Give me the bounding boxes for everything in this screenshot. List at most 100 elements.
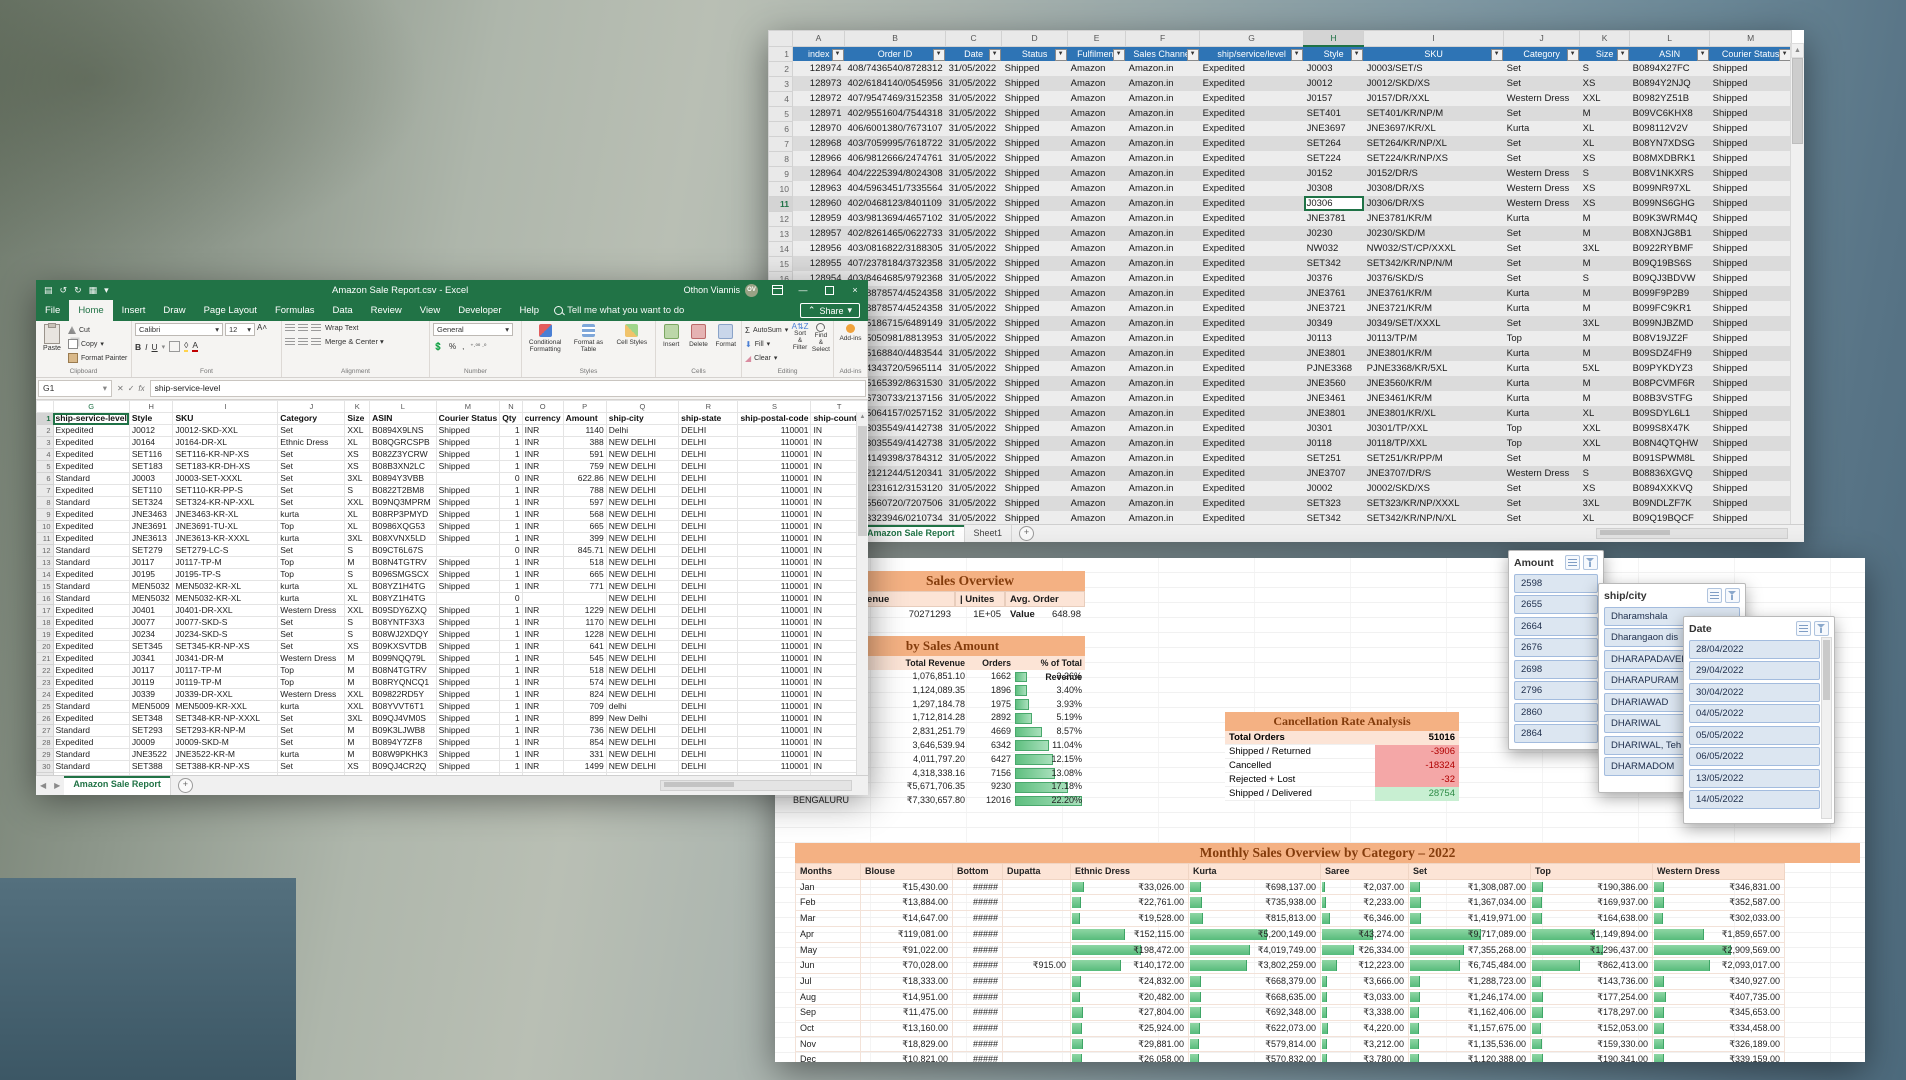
row-header[interactable]: 1 bbox=[37, 413, 54, 425]
cell[interactable] bbox=[1003, 879, 1071, 895]
cell[interactable]: M bbox=[1580, 106, 1630, 121]
cell[interactable]: 110001 bbox=[738, 497, 811, 509]
row-header[interactable]: 5 bbox=[769, 106, 793, 121]
cell[interactable]: B09SDYL6L1 bbox=[1630, 406, 1710, 421]
cell[interactable]: Shipped bbox=[1002, 361, 1068, 376]
cell[interactable]: J0002 bbox=[1304, 481, 1364, 496]
table-header-cell[interactable]: Status▼ bbox=[1002, 46, 1068, 61]
cell[interactable]: B08YNTF3X3 bbox=[370, 617, 437, 629]
cell[interactable]: M bbox=[1580, 331, 1630, 346]
cell[interactable]: Shipped bbox=[436, 725, 500, 737]
cell[interactable]: 3XL bbox=[1580, 316, 1630, 331]
cell[interactable]: 622.86 bbox=[563, 473, 606, 485]
cell[interactable]: 31/05/2022 bbox=[946, 301, 1002, 316]
cell[interactable]: Amazon bbox=[1068, 271, 1126, 286]
cell[interactable]: J0339-DR-XXL bbox=[173, 689, 278, 701]
cell[interactable]: Shipped bbox=[1710, 466, 1792, 481]
row-header[interactable]: 30 bbox=[37, 761, 54, 773]
merge-center-button[interactable]: Merge & Center ▾ bbox=[325, 337, 384, 346]
cell[interactable]: Shipped bbox=[1002, 331, 1068, 346]
cell[interactable]: NW032 bbox=[1304, 241, 1364, 256]
cell[interactable]: 788 bbox=[563, 485, 606, 497]
cell[interactable]: 771 bbox=[563, 581, 606, 593]
cell[interactable]: B09K3LJWB8 bbox=[370, 725, 437, 737]
cell[interactable]: Western Dress bbox=[1504, 166, 1580, 181]
tab-nav-left-icon[interactable]: ◀ bbox=[36, 781, 50, 790]
cell[interactable]: ₹10,821.00 bbox=[861, 1052, 953, 1062]
cell[interactable]: INR bbox=[522, 605, 563, 617]
cell[interactable]: JNE3761/KR/M bbox=[1364, 286, 1504, 301]
column-header-C[interactable]: C bbox=[946, 31, 1002, 47]
cell[interactable]: ₹340,927.00 bbox=[1653, 973, 1785, 989]
cell[interactable]: ₹143,736.00 bbox=[1531, 973, 1653, 989]
cell[interactable]: DELHI bbox=[679, 773, 738, 776]
cell[interactable]: Standard bbox=[53, 581, 129, 593]
cell[interactable]: XL bbox=[1580, 406, 1630, 421]
cell[interactable]: INR bbox=[522, 761, 563, 773]
header-cell[interactable]: Style bbox=[129, 413, 173, 425]
cell[interactable] bbox=[1003, 973, 1071, 989]
cell[interactable]: ₹668,635.00 bbox=[1189, 989, 1321, 1005]
cell[interactable]: J0009 bbox=[129, 737, 173, 749]
cell[interactable]: Amazon.in bbox=[1126, 391, 1200, 406]
cell[interactable]: SET324 bbox=[129, 497, 173, 509]
filter-icon[interactable]: ▼ bbox=[1113, 49, 1125, 61]
column-header-I[interactable]: I bbox=[1364, 31, 1504, 47]
format-cells-button[interactable]: Format bbox=[714, 323, 738, 366]
cell[interactable]: ₹6,745,484.00 bbox=[1409, 958, 1531, 974]
cell[interactable]: New Delhi bbox=[606, 713, 678, 725]
cell[interactable]: Amazon.in bbox=[1126, 406, 1200, 421]
cell[interactable]: NEW DELHI bbox=[606, 509, 678, 521]
cell[interactable]: B09CT6L67S bbox=[370, 545, 437, 557]
cell[interactable]: Amazon bbox=[1068, 181, 1126, 196]
cell[interactable]: Expedited bbox=[1200, 241, 1304, 256]
cell[interactable]: Amazon bbox=[1068, 241, 1126, 256]
cell[interactable]: NEW DELHI bbox=[606, 725, 678, 737]
cell[interactable]: Shipped bbox=[436, 521, 500, 533]
cell[interactable]: Amazon.in bbox=[1126, 346, 1200, 361]
cell[interactable]: ₹407,735.00 bbox=[1653, 989, 1785, 1005]
cell[interactable]: M bbox=[1580, 301, 1630, 316]
cell[interactable]: M bbox=[345, 653, 370, 665]
cell[interactable]: JNE3463 bbox=[129, 509, 173, 521]
monthly-header-cell[interactable]: Bottom bbox=[953, 864, 1003, 880]
cell[interactable]: XL bbox=[345, 521, 370, 533]
cell[interactable] bbox=[563, 593, 606, 605]
cell[interactable]: NEW DELHI bbox=[606, 557, 678, 569]
cell[interactable]: Set bbox=[1504, 226, 1580, 241]
cell[interactable]: MEN5032 bbox=[129, 593, 173, 605]
cell[interactable]: Expedited bbox=[1200, 286, 1304, 301]
cell[interactable]: Expedited bbox=[53, 425, 129, 437]
cell[interactable]: 31/05/2022 bbox=[946, 481, 1002, 496]
cell[interactable]: J0119 bbox=[129, 677, 173, 689]
cell[interactable]: Shipped bbox=[436, 437, 500, 449]
cell[interactable]: Amazon.in bbox=[1126, 211, 1200, 226]
cell[interactable]: BENGALURU bbox=[790, 794, 862, 808]
cell[interactable]: NEW DELHI bbox=[606, 737, 678, 749]
cell[interactable]: PJNE3368 bbox=[1304, 361, 1364, 376]
cell[interactable]: B098112V2V bbox=[1630, 121, 1710, 136]
cell[interactable]: Ethnic Dress bbox=[278, 437, 345, 449]
monthly-header-cell[interactable]: Blouse bbox=[861, 864, 953, 880]
cell[interactable]: 0 bbox=[500, 545, 522, 557]
cell[interactable]: XXL bbox=[1580, 91, 1630, 106]
cell[interactable]: 110001 bbox=[738, 641, 811, 653]
cell[interactable]: 1975 bbox=[968, 698, 1014, 712]
cell[interactable]: J0003-SET-XXXL bbox=[173, 473, 278, 485]
cell[interactable]: JNE3461/KR/M bbox=[1364, 391, 1504, 406]
slicer-item[interactable]: 29/04/2022 bbox=[1689, 661, 1820, 680]
row-header[interactable]: 23 bbox=[37, 677, 54, 689]
cell[interactable]: NEW DELHI bbox=[606, 545, 678, 557]
cell[interactable]: Shipped bbox=[1002, 181, 1068, 196]
cell[interactable]: 2,831,251.79 bbox=[862, 725, 968, 739]
cell[interactable]: XS bbox=[1580, 76, 1630, 91]
cell[interactable]: Set bbox=[1504, 136, 1580, 151]
horizontal-scrollbar[interactable] bbox=[1596, 528, 1788, 539]
cell[interactable] bbox=[1003, 1021, 1071, 1037]
cell[interactable]: NEW DELHI bbox=[606, 497, 678, 509]
clear-button[interactable]: ◢Clear ▾ bbox=[745, 352, 788, 364]
cell[interactable]: 709 bbox=[563, 701, 606, 713]
cell[interactable]: SET323/KR/NP/XXXL bbox=[1364, 496, 1504, 511]
enter-icon[interactable]: ✓ bbox=[128, 384, 135, 393]
cell[interactable]: 31/05/2022 bbox=[946, 406, 1002, 421]
